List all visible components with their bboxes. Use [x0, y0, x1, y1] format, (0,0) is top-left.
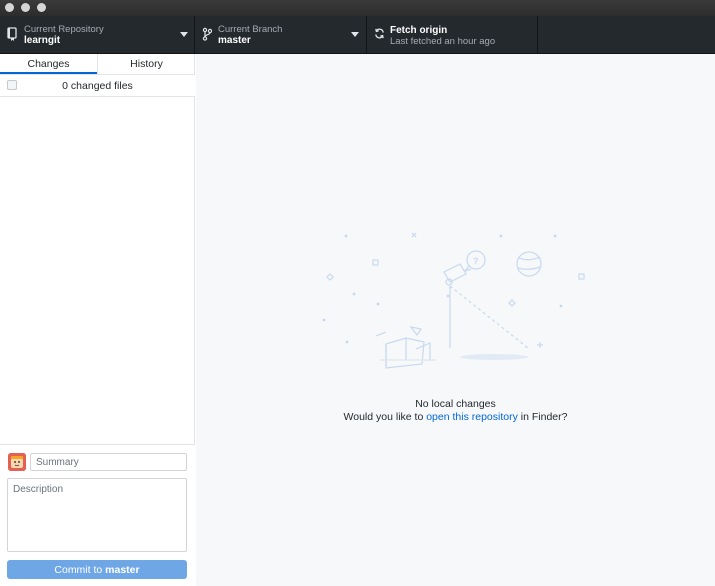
summary-input[interactable] — [30, 453, 187, 471]
changed-files-count: 0 changed files — [62, 80, 133, 92]
branch-name: master — [218, 35, 251, 46]
last-fetched-text: Last fetched an hour ago — [390, 36, 496, 47]
branch-label: Current Branch — [218, 24, 283, 35]
zoom-window-button[interactable] — [37, 3, 46, 12]
close-window-button[interactable] — [5, 3, 14, 12]
commit-button-branch: master — [105, 563, 140, 576]
blank-slate-illustration: ? — [322, 232, 585, 369]
sync-icon — [375, 28, 384, 39]
blank-slate-prompt: Would you like to open this repository i… — [196, 411, 715, 423]
fetch-origin-label: Fetch origin — [390, 25, 448, 36]
sidebar-tabs: Changes History — [0, 54, 195, 75]
blank-slate-title: No local changes — [415, 398, 496, 410]
tab-changes[interactable]: Changes — [0, 54, 97, 74]
tab-history[interactable]: History — [98, 54, 195, 74]
avatar-image — [8, 453, 26, 471]
current-branch-dropdown[interactable]: Current Branch master — [195, 16, 367, 54]
repository-label: Current Repository — [24, 24, 104, 35]
sidebar: Changes History 0 changed files Commit t… — [0, 54, 195, 586]
commit-panel: Commit to master — [0, 444, 195, 586]
description-input[interactable] — [7, 478, 187, 552]
main-panel: ? No local changes Would you like to ope… — [196, 54, 715, 586]
repository-name: learngit — [24, 35, 61, 46]
repo-icon — [7, 27, 17, 41]
fetch-origin-button[interactable]: Fetch origin Last fetched an hour ago — [367, 16, 538, 54]
chevron-down-icon — [351, 32, 359, 37]
svg-text:?: ? — [473, 256, 479, 266]
prompt-after: in Finder? — [517, 411, 568, 423]
toolbar: Current Repository learngit Current Bran… — [0, 16, 715, 54]
prompt-before: Would you like to — [343, 411, 427, 423]
current-repository-dropdown[interactable]: Current Repository learngit — [0, 16, 195, 54]
changed-files-header: 0 changed files — [0, 75, 195, 97]
window-titlebar — [0, 0, 715, 16]
branch-icon — [202, 27, 212, 41]
commit-button-prefix: Commit to — [54, 563, 106, 576]
avatar — [8, 453, 26, 471]
minimize-window-button[interactable] — [21, 3, 30, 12]
chevron-down-icon — [180, 32, 188, 37]
commit-button[interactable]: Commit to master — [7, 560, 187, 579]
open-repository-link[interactable]: open this repository — [426, 411, 518, 423]
